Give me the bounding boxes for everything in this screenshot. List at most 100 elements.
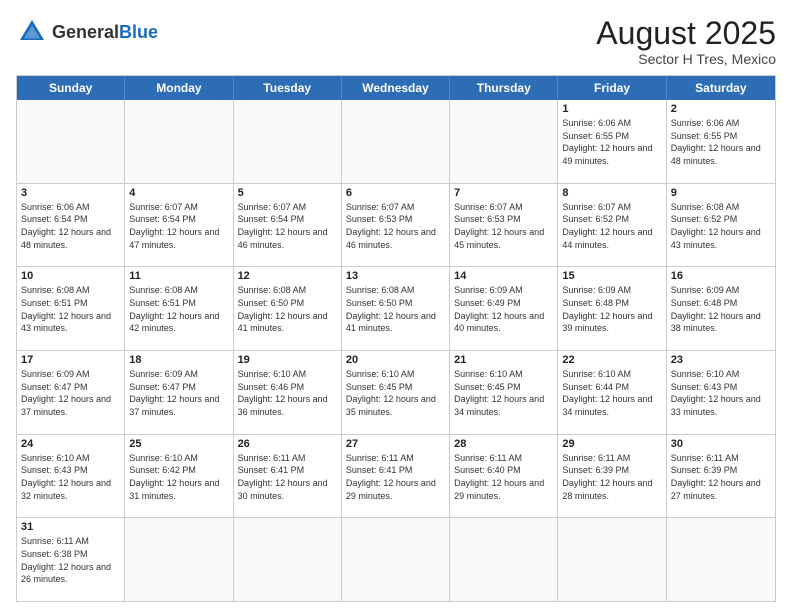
calendar-cell: 8Sunrise: 6:07 AM Sunset: 6:52 PM Daylig… [558,184,666,267]
calendar-cell: 30 Sunrise: 6:11 AM Sunset: 6:39 PM Dayli… [667,435,775,518]
day-number: 16 [671,270,771,282]
calendar-header: SundayMondayTuesdayWednesdayThursdayFrid… [17,76,775,100]
day-number: 30 [671,438,771,450]
header: GeneralBlue August 2025 Sector H Tres, M… [16,16,776,67]
calendar-cell: 7Sunrise: 6:07 AM Sunset: 6:53 PM Daylig… [450,184,558,267]
day-info: Sunrise: 6:06 AM Sunset: 6:54 PM Dayligh… [21,201,120,251]
day-info: Sunrise: 6:08 AM Sunset: 6:52 PM Dayligh… [671,201,771,251]
day-info: Sunrise: 6:09 AM Sunset: 6:49 PM Dayligh… [454,284,553,334]
logo: GeneralBlue [16,16,158,48]
day-info: Sunrise: 6:11 AM Sunset: 6:39 PM Dayligh… [671,452,771,502]
day-info: Sunrise: 6:11 AM Sunset: 6:41 PM Dayligh… [238,452,337,502]
calendar-body: 1Sunrise: 6:06 AM Sunset: 6:55 PM Daylig… [17,100,775,601]
calendar-cell [234,518,342,601]
day-number: 29 [562,438,661,450]
calendar-row-3: 17Sunrise: 6:09 AM Sunset: 6:47 PM Dayli… [17,350,775,434]
calendar-cell [667,518,775,601]
calendar-cell: 28Sunrise: 6:11 AM Sunset: 6:40 PM Dayli… [450,435,558,518]
subtitle: Sector H Tres, Mexico [596,51,776,67]
calendar-cell: 26 Sunrise: 6:11 AM Sunset: 6:41 PM Dayli… [234,435,342,518]
header-day-thursday: Thursday [450,76,558,100]
day-number: 20 [346,354,445,366]
calendar-cell [450,100,558,183]
day-info: Sunrise: 6:10 AM Sunset: 6:43 PM Dayligh… [671,368,771,418]
day-info: Sunrise: 6:11 AM Sunset: 6:40 PM Dayligh… [454,452,553,502]
day-info: Sunrise: 6:08 AM Sunset: 6:51 PM Dayligh… [21,284,120,334]
day-info: Sunrise: 6:08 AM Sunset: 6:50 PM Dayligh… [346,284,445,334]
day-number: 14 [454,270,553,282]
day-number: 26 [238,438,337,450]
day-info: Sunrise: 6:07 AM Sunset: 6:53 PM Dayligh… [346,201,445,251]
header-day-saturday: Saturday [667,76,775,100]
calendar-cell [125,518,233,601]
day-number: 21 [454,354,553,366]
day-info: Sunrise: 6:09 AM Sunset: 6:48 PM Dayligh… [671,284,771,334]
calendar-cell: 13 Sunrise: 6:08 AM Sunset: 6:50 PM Dayli… [342,267,450,350]
day-number: 12 [238,270,337,282]
logo-text-general: General [52,22,119,42]
calendar-cell [125,100,233,183]
page: GeneralBlue August 2025 Sector H Tres, M… [0,0,792,612]
calendar-cell: 29 Sunrise: 6:11 AM Sunset: 6:39 PM Dayli… [558,435,666,518]
logo-icon [16,16,48,48]
day-number: 5 [238,187,337,199]
calendar-cell: 22Sunrise: 6:10 AM Sunset: 6:44 PM Dayli… [558,351,666,434]
day-info: Sunrise: 6:08 AM Sunset: 6:51 PM Dayligh… [129,284,228,334]
calendar-cell: 9 Sunrise: 6:08 AM Sunset: 6:52 PM Daylig… [667,184,775,267]
day-number: 8 [562,187,661,199]
calendar-cell: 27Sunrise: 6:11 AM Sunset: 6:41 PM Dayli… [342,435,450,518]
header-day-tuesday: Tuesday [234,76,342,100]
calendar-cell [450,518,558,601]
header-day-friday: Friday [558,76,666,100]
day-number: 10 [21,270,120,282]
day-info: Sunrise: 6:06 AM Sunset: 6:55 PM Dayligh… [671,117,771,167]
day-number: 2 [671,103,771,115]
calendar-cell: 23 Sunrise: 6:10 AM Sunset: 6:43 PM Dayli… [667,351,775,434]
day-number: 18 [129,354,228,366]
day-info: Sunrise: 6:10 AM Sunset: 6:45 PM Dayligh… [346,368,445,418]
day-number: 23 [671,354,771,366]
header-day-monday: Monday [125,76,233,100]
day-info: Sunrise: 6:07 AM Sunset: 6:54 PM Dayligh… [238,201,337,251]
day-number: 31 [21,521,120,533]
header-day-wednesday: Wednesday [342,76,450,100]
calendar: SundayMondayTuesdayWednesdayThursdayFrid… [16,75,776,602]
calendar-row-1: 3Sunrise: 6:06 AM Sunset: 6:54 PM Daylig… [17,183,775,267]
calendar-cell: 4Sunrise: 6:07 AM Sunset: 6:54 PM Daylig… [125,184,233,267]
day-number: 15 [562,270,661,282]
day-info: Sunrise: 6:07 AM Sunset: 6:54 PM Dayligh… [129,201,228,251]
calendar-row-2: 10 Sunrise: 6:08 AM Sunset: 6:51 PM Dayli… [17,266,775,350]
calendar-cell [558,518,666,601]
header-day-sunday: Sunday [17,76,125,100]
calendar-cell: 20 Sunrise: 6:10 AM Sunset: 6:45 PM Dayli… [342,351,450,434]
calendar-cell: 25Sunrise: 6:10 AM Sunset: 6:42 PM Dayli… [125,435,233,518]
day-number: 13 [346,270,445,282]
calendar-cell [342,518,450,601]
day-info: Sunrise: 6:11 AM Sunset: 6:38 PM Dayligh… [21,535,120,585]
calendar-row-4: 24Sunrise: 6:10 AM Sunset: 6:43 PM Dayli… [17,434,775,518]
day-info: Sunrise: 6:09 AM Sunset: 6:47 PM Dayligh… [129,368,228,418]
calendar-cell [234,100,342,183]
day-number: 11 [129,270,228,282]
day-info: Sunrise: 6:09 AM Sunset: 6:47 PM Dayligh… [21,368,120,418]
month-title: August 2025 [596,16,776,51]
day-info: Sunrise: 6:11 AM Sunset: 6:39 PM Dayligh… [562,452,661,502]
day-info: Sunrise: 6:09 AM Sunset: 6:48 PM Dayligh… [562,284,661,334]
day-number: 27 [346,438,445,450]
calendar-cell: 31 Sunrise: 6:11 AM Sunset: 6:38 PM Dayli… [17,518,125,601]
calendar-cell: 18 Sunrise: 6:09 AM Sunset: 6:47 PM Dayli… [125,351,233,434]
calendar-cell: 5 Sunrise: 6:07 AM Sunset: 6:54 PM Daylig… [234,184,342,267]
day-number: 9 [671,187,771,199]
calendar-cell: 10 Sunrise: 6:08 AM Sunset: 6:51 PM Dayli… [17,267,125,350]
calendar-row-0: 1Sunrise: 6:06 AM Sunset: 6:55 PM Daylig… [17,100,775,183]
calendar-cell: 17Sunrise: 6:09 AM Sunset: 6:47 PM Dayli… [17,351,125,434]
calendar-cell: 6Sunrise: 6:07 AM Sunset: 6:53 PM Daylig… [342,184,450,267]
calendar-cell: 15 Sunrise: 6:09 AM Sunset: 6:48 PM Dayli… [558,267,666,350]
calendar-cell: 1Sunrise: 6:06 AM Sunset: 6:55 PM Daylig… [558,100,666,183]
calendar-cell [17,100,125,183]
day-info: Sunrise: 6:10 AM Sunset: 6:46 PM Dayligh… [238,368,337,418]
calendar-cell: 24Sunrise: 6:10 AM Sunset: 6:43 PM Dayli… [17,435,125,518]
calendar-cell: 21Sunrise: 6:10 AM Sunset: 6:45 PM Dayli… [450,351,558,434]
day-number: 19 [238,354,337,366]
calendar-cell: 2 Sunrise: 6:06 AM Sunset: 6:55 PM Daylig… [667,100,775,183]
